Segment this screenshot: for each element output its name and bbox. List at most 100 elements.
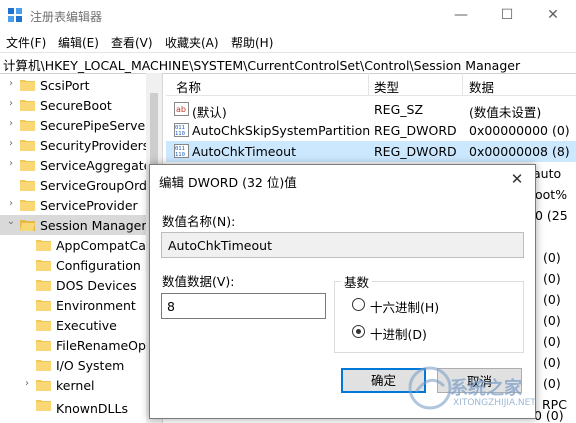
tree-item-io-system[interactable]: I/O System [0,355,162,375]
expand-arrow-icon[interactable]: › [6,119,16,129]
value-data: (数值未设置) [469,105,542,120]
radio-hexadecimal-label[interactable]: 十六进制(H) [370,297,439,316]
value-type: REG_SZ [374,102,424,117]
window-title: 注册表编辑器 [30,10,103,24]
column-header-data[interactable]: 数据 [469,77,494,96]
tree-item-secureboot[interactable]: › SecureBoot [0,95,162,115]
folder-icon [36,340,51,351]
expand-arrow-icon[interactable]: › [6,199,16,209]
value-type: REG_DWORD [374,123,457,138]
folder-icon [36,360,51,371]
value-type: REG_DWORD [374,144,457,159]
tree-label: SecurityProviders [40,138,150,153]
folder-icon [36,260,51,271]
menu-help[interactable]: 帮助(H) [231,34,273,51]
svg-text:110: 110 [175,152,185,158]
value-data-fragment: (0) [543,334,561,349]
scrollbar-thumb[interactable] [150,93,158,173]
radio-decimal[interactable] [352,325,365,338]
tree-item-serviceprovider[interactable]: › ServiceProvider [0,195,162,215]
value-data-input[interactable] [161,293,326,319]
tree-label: KnownDLLs [56,401,128,416]
value-data-fragment: (0) [543,292,561,307]
menu-file[interactable]: 文件(F) [6,34,46,51]
value-name: (默认) [192,105,227,120]
tree-item-servicegrouporder[interactable]: ServiceGroupOrder [0,175,162,195]
expand-arrow-icon[interactable]: › [6,159,16,169]
tree-item-configuration-manager[interactable]: Configuration M [0,255,162,275]
value-name-label: 数值名称(N): [162,214,236,229]
tree-label: FileRenameOpe [56,338,154,353]
tree-label: ScsiPort [40,78,90,93]
menu-view[interactable]: 查看(V) [111,34,153,51]
base-groupbox [334,281,524,353]
tree-label: Executive [56,318,117,333]
tree-label: ServiceGroupOrder [40,178,160,193]
value-data-fragment: (0) [543,313,561,328]
title-bar[interactable]: 注册表编辑器 — ☐ ✕ [0,0,576,31]
menu-favorites[interactable]: 收藏夹(A) [165,34,219,51]
value-data-fragment: auto [533,166,562,181]
tree-item-executive[interactable]: Executive [0,315,162,335]
tree-item-dos-devices[interactable]: DOS Devices [0,275,162,295]
tree-label: DOS Devices [56,278,137,293]
tree-item-kernel[interactable]: › kernel [0,375,162,395]
collapse-arrow-icon[interactable]: ⌄ [6,217,16,227]
tree-label: ServiceProvider [40,198,138,213]
expand-arrow-icon[interactable]: › [22,379,32,389]
tree-item-scsiport[interactable]: › ScsiPort [0,75,162,95]
address-bar[interactable]: 计算机\HKEY_LOCAL_MACHINE\SYSTEM\CurrentCon… [0,52,576,74]
tree-item-securepipeservers[interactable]: › SecurePipeServers [0,115,162,135]
folder-icon [20,100,35,111]
radio-selected-dot [356,329,361,334]
expand-arrow-icon[interactable]: › [6,99,16,109]
folder-icon [36,320,51,331]
value-data: 0x00000008 (8) [469,144,570,159]
menu-edit[interactable]: 编辑(E) [58,34,99,51]
column-header-name[interactable]: 名称 [176,77,201,96]
value-name-field[interactable]: AutoChkTimeout [161,232,524,258]
value-row-autochktimeout[interactable]: 011 110 AutoChkTimeout REG_DWORD 0x000000… [166,141,576,162]
string-value-icon: ab [174,102,189,116]
expand-arrow-icon[interactable]: › [6,139,16,149]
folder-icon [36,280,51,291]
value-data: 0x00000000 (0) [469,123,570,138]
tree-item-serviceaggregated[interactable]: › ServiceAggregated [0,155,162,175]
close-button[interactable]: ✕ [530,0,576,31]
column-divider[interactable] [462,73,463,95]
dialog-close-button[interactable]: ✕ [505,168,529,190]
tree-item-environment[interactable]: Environment [0,295,162,315]
tree-item-session-manager[interactable]: ⌄ Session Manager [0,215,162,235]
minimize-button[interactable]: — [438,0,484,31]
base-groupbox-title: 基数 [341,272,373,291]
value-data-fragment: oot% [535,187,568,202]
expand-arrow-icon[interactable] [6,179,16,189]
folder-icon [20,120,35,131]
dialog-title: 编辑 DWORD (32 位)值 [159,175,297,190]
tree-label: Configuration M [56,258,156,273]
address-path[interactable]: 计算机\HKEY_LOCAL_MACHINE\SYSTEM\CurrentCon… [3,55,520,74]
maximize-button[interactable]: ☐ [484,0,530,31]
tree-label: SecurePipeServers [40,118,157,133]
folder-icon [20,200,35,211]
watermark-text: 系统之家 [450,378,522,399]
tree-item-filerenameoperations[interactable]: FileRenameOpe [0,335,162,355]
tree-label: kernel [56,378,95,393]
radio-hexadecimal[interactable] [352,298,365,311]
column-divider[interactable] [368,73,369,95]
menu-bar: 文件(F) 编辑(E) 查看(V) 收藏夹(A) 帮助(H) [0,31,576,52]
registry-tree: › ScsiPort › SecureBoot › SecurePipeServ… [0,73,163,423]
value-row-default[interactable]: ab (默认) REG_SZ (数值未设置) [166,99,576,120]
value-name: AutoChkTimeout [192,144,296,159]
binary-value-icon: 011110 [174,144,189,158]
svg-text:ab: ab [176,105,186,114]
radio-decimal-label[interactable]: 十进制(D) [370,324,427,343]
column-header-type[interactable]: 类型 [374,77,399,96]
tree-item-securityproviders[interactable]: › SecurityProviders [0,135,162,155]
expand-arrow-icon[interactable]: › [6,79,16,89]
tree-item-appcompatcache[interactable]: AppCompatCac [0,235,162,255]
tree-item-knowndlls[interactable]: KnownDLLs [0,395,162,416]
value-data-fragment: 0 (25 [535,208,568,223]
open-folder-icon [20,220,35,231]
value-row-autochkskipsystempartition[interactable]: 011 110 AutoChkSkipSystemPartition REG_DW… [166,120,576,141]
